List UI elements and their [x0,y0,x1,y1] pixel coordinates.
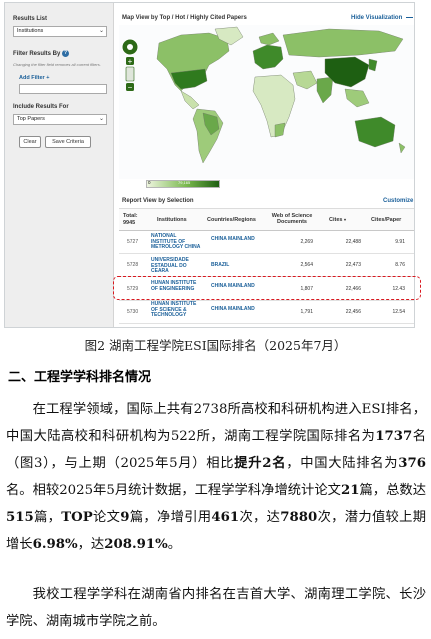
row-wos: 2,269 [300,239,313,245]
bold-run: 9 [120,510,130,525]
row-institution[interactable]: NATIONAL INSTITUTE OF METROLOGY CHINA [151,233,203,251]
include-results-value: Top Papers [17,116,45,122]
row-country[interactable]: BRAZIL [211,262,256,269]
table-row[interactable]: 5727 NATIONAL INSTITUTE OF METROLOGY CHI… [119,232,414,254]
add-filter-link[interactable]: Add Filter + [19,75,49,81]
table-row[interactable]: 5728 UNIVERSIDADE ESTADUAL DO CEARA BRAZ… [119,255,414,277]
text-run: 篇，总数达 [359,483,426,498]
text-run: 论文 [92,510,121,525]
col-wos-documents[interactable]: Web of Science Documents [267,213,317,225]
paragraph-ranking: 在工程学领域，国际上共有2738所高校和科研机构进入ESI排名，中国大陆高校和科… [6,396,426,558]
col-institutions[interactable]: Institutions [157,217,187,223]
bold-run: 21 [340,483,360,498]
bold-run: 提升2名 [234,456,287,471]
row-wos: 1,791 [300,309,313,315]
text-run: 。 [167,537,182,552]
section-title: 二、工程学学科排名情况 [8,370,152,385]
row-wos: 2,564 [300,262,313,268]
hide-visualization-link[interactable]: Hide Visualization [351,15,413,21]
bold-run: 208.91% [104,537,168,552]
row-institution[interactable]: HUNAN INSTITUTE OF SCIENCE & TECHNOLOGY [151,301,203,319]
filter-note: Changing the filter field removes all cu… [13,62,101,67]
row-cites: 22,473 [345,262,361,268]
results-list-value: Institutions [17,28,44,34]
row-cites-per-paper: 8.76 [395,262,405,268]
map-title: Map View by Top / Hot / Highly Cited Pap… [122,15,247,21]
legend-max: 79,165 [178,180,191,185]
svg-text:−: − [128,83,133,92]
col-cites-per-paper[interactable]: Cites/Paper [371,217,401,223]
report-table: Total: 9945 Institutions Countries/Regio… [119,208,414,326]
filter-results-label: Filter Results By ? [13,50,70,58]
report-title: Report View by Selection [122,198,194,204]
col-countries[interactable]: Countries/Regions [207,217,256,223]
hide-visualization-text: Hide Visualization [351,15,403,21]
save-criteria-button[interactable]: Save Criteria [45,136,91,148]
chevron-down-icon: ⌄ [98,116,104,122]
bold-run: 6.98% [32,537,78,552]
minus-icon [405,16,413,19]
world-map[interactable]: + − [119,25,414,179]
row-rank: 5728 [127,262,139,268]
text-run: ，达 [77,537,105,552]
help-icon[interactable]: ? [62,50,70,57]
sort-desc-icon: ▾ [343,217,346,222]
total-count: 9945 [123,220,136,226]
text-run: 篇，净增引用 [129,510,212,525]
col-cites-text: Cites [329,217,343,223]
row-cites: 22,456 [345,309,361,315]
text-run: 次，达 [239,510,281,525]
bold-run: TOP [61,510,93,525]
text-run: ，中国大陆排名为 [286,456,399,471]
bold-run: 376 [398,456,426,471]
row-country[interactable]: CHINA MAINLAND [211,236,256,243]
row-cites-per-paper: 9.91 [395,239,405,245]
filter-input[interactable] [19,84,107,94]
row-cites-per-paper: 12.54 [392,309,405,315]
highlight-box [113,276,421,300]
svg-text:+: + [128,57,133,66]
include-results-label: Include Results For [13,104,69,110]
bold-run: 7880 [280,510,318,525]
col-cites[interactable]: Cites ▾ [329,217,346,223]
row-institution[interactable]: UNIVERSIDADE ESTADUAL DO CEARA [151,257,203,275]
filter-label-text: Filter Results By [13,51,61,58]
customize-link[interactable]: Customize [383,198,413,204]
clear-button[interactable]: Clear [19,136,41,148]
figure-caption: 图2 湖南工程学院ESI国际排名（2025年7月） [84,338,347,353]
table-header: Total: 9945 Institutions Countries/Regio… [119,208,414,231]
filter-sidebar: Results List Institutions ⌄ Filter Resul… [5,3,114,327]
row-cites: 22,488 [345,239,361,245]
bold-run: 515 [6,510,34,525]
chevron-down-icon: ⌄ [98,28,104,34]
include-results-select[interactable]: Top Papers ⌄ [13,114,107,125]
results-list-select[interactable]: Institutions ⌄ [13,26,107,37]
text-run: 篇， [33,510,62,525]
text-run: 名。相较2025年5月统计数据，工程学学科净增统计论文 [6,483,341,498]
text-run: 在工程学领域，国际上共有2738所高校和科研机构进入ESI排名，中国大陆高校和科… [6,402,426,444]
row-rank: 5727 [127,239,139,245]
paragraph-province: 我校工程学学科在湖南省内排名在吉首大学、湖南理工学院、长沙学院、湖南城市学院之前… [6,587,426,629]
bold-run: 1737 [375,429,413,444]
table-row[interactable]: 5730 HUNAN INSTITUTE OF SCIENCE & TECHNO… [119,301,414,324]
legend-min: 0 [148,180,151,185]
row-country[interactable]: CHINA MAINLAND [211,306,256,313]
results-list-label: Results List [13,16,48,22]
total-label: Total: [123,213,138,219]
bold-run: 461 [211,510,240,525]
row-rank: 5730 [127,309,139,315]
